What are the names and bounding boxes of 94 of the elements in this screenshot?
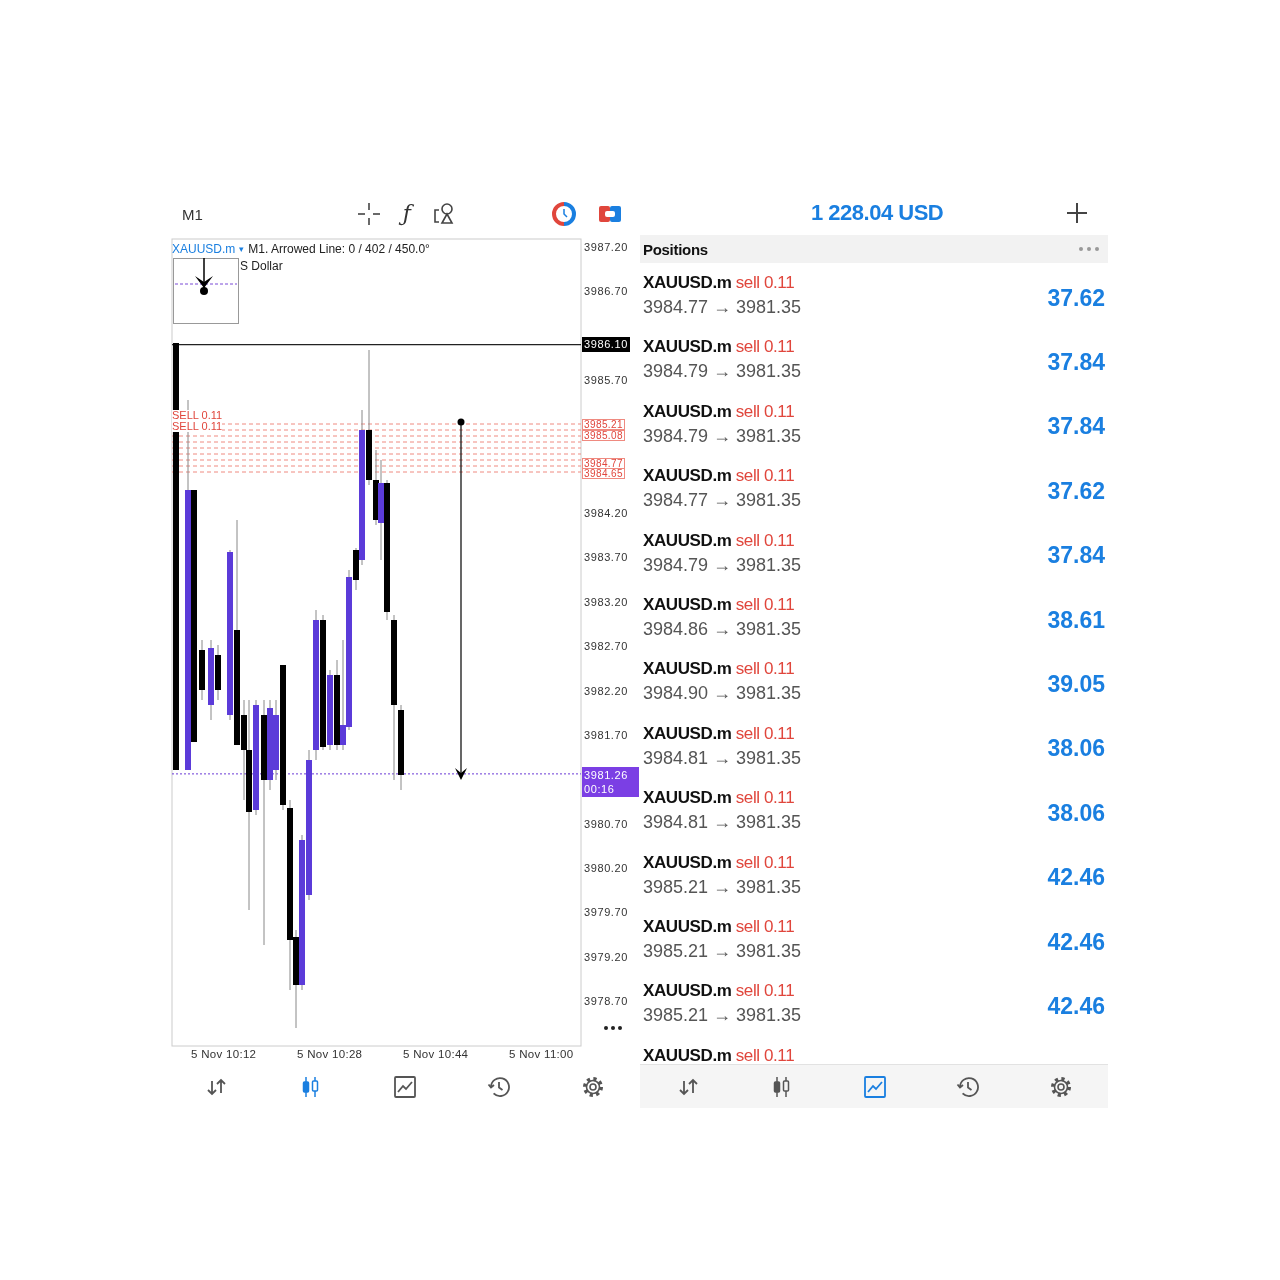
position-profit: 38.06 [1047, 735, 1105, 763]
arrow-preview-drawing [173, 258, 239, 324]
time-label: 5 Nov 11:00 [509, 1048, 575, 1062]
graph-icon[interactable] [863, 1074, 887, 1099]
position-order: sell 0.11 [735, 981, 795, 1001]
price-tick: 3984.20 [584, 506, 628, 522]
position-prices: 3984.77 → 3981.35 [643, 297, 802, 318]
position-profit: 42.46 [1047, 993, 1105, 1020]
position-symbol[interactable]: XAUUSD.m [643, 788, 732, 808]
graph-icon[interactable] [393, 1074, 417, 1099]
timeframe-label[interactable]: M1 [182, 205, 203, 223]
position-symbol[interactable]: XAUUSD.m [643, 337, 732, 357]
position-prices: 3984.81 → 3981.35 [643, 812, 802, 834]
legend-text: S Dollar [240, 259, 283, 273]
position-profit: 37.62 [1047, 477, 1105, 505]
time-label: 5 Nov 10:44 [403, 1048, 470, 1062]
order-price-tag: 3984.65 [582, 468, 625, 480]
position-order: sell 0.11 [735, 916, 795, 936]
settings-icon[interactable] [1049, 1074, 1074, 1099]
position-symbol[interactable]: XAUUSD.m [643, 981, 732, 1001]
position-order: sell 0.11 [735, 788, 795, 808]
object-description: M1. Arrowed Line: 0 / 402 / 450.0° [248, 242, 430, 256]
settings-icon[interactable] [581, 1074, 605, 1099]
position-symbol[interactable]: XAUUSD.m [643, 273, 732, 292]
price-tick: 3978.70 [584, 993, 628, 1009]
history-icon[interactable] [956, 1074, 981, 1099]
position-prices: 3984.86 → 3981.35 [643, 618, 802, 640]
position-prices: 3984.90 → 3981.35 [643, 683, 802, 705]
position-symbol[interactable]: XAUUSD.m [643, 466, 732, 486]
position-symbol[interactable]: XAUUSD.m [643, 723, 732, 743]
position-order: sell 0.11 [735, 1045, 795, 1064]
position-profit: 42.46 [1047, 864, 1105, 892]
order-label: SELL 0.11 [172, 421, 223, 432]
position-order: sell 0.11 [735, 594, 795, 614]
time-label: 5 Nov 10:12 [191, 1048, 258, 1062]
position-symbol[interactable]: XAUUSD.m [643, 530, 732, 550]
position-symbol[interactable]: XAUUSD.m [643, 594, 732, 614]
position-profit: 38.06 [1047, 799, 1105, 827]
price-tick: 3983.20 [584, 594, 628, 610]
position-profit: 37.84 [1047, 349, 1105, 377]
price-tick: 3982.20 [584, 683, 628, 699]
position-symbol[interactable]: XAUUSD.m [643, 659, 732, 679]
time-label: 5 Nov 10:28 [297, 1048, 364, 1062]
price-tick: 3979.20 [584, 949, 628, 965]
position-prices: 3984.79 → 3981.35 [643, 361, 802, 383]
position-symbol[interactable]: XAUUSD.m [643, 1045, 732, 1064]
position-prices: 3984.77 → 3981.35 [643, 490, 802, 512]
clock-icon[interactable] [552, 202, 576, 226]
position-symbol[interactable]: XAUUSD.m [643, 916, 732, 936]
position-prices: 3985.21 → 3981.35 [643, 876, 802, 898]
order-label: SELL 0.11 [172, 410, 223, 421]
balance-amount: 1 228.04 USD [811, 199, 944, 226]
position-order: sell 0.11 [735, 337, 795, 357]
price-tick: 3979.70 [584, 905, 628, 921]
position-prices: 3984.79 → 3981.35 [643, 425, 802, 447]
position-symbol[interactable]: XAUUSD.m [643, 401, 732, 421]
price-tick: 3985.70 [584, 373, 628, 389]
order-price-tag: 3985.08 [582, 430, 625, 442]
position-profit: 37.84 [1047, 542, 1105, 570]
position-symbol[interactable]: XAUUSD.m [643, 852, 732, 872]
price-tick: 3987.20 [584, 240, 628, 255]
position-order: sell 0.11 [735, 273, 795, 292]
price-tick: 3986.70 [584, 284, 628, 300]
bid-price-tag: 3981.26 00:16 [582, 766, 639, 797]
price-tick: 3981.70 [584, 727, 628, 743]
position-order: sell 0.11 [735, 659, 795, 679]
position-profit: 37.84 [1047, 413, 1105, 441]
position-prices: 3985.21 → 3981.35 [643, 1005, 802, 1027]
price-tick: 3982.70 [584, 639, 628, 655]
price-tick: 3983.70 [584, 550, 628, 566]
position-profit: 37.62 [1047, 284, 1105, 312]
position-order: sell 0.11 [735, 401, 795, 421]
price-tick: 3980.70 [584, 816, 628, 832]
crosshair-icon[interactable] [356, 202, 381, 226]
order-price-tag: 3985.21 [582, 418, 625, 430]
position-order: sell 0.11 [735, 852, 795, 872]
position-profit: 42.46 [1047, 928, 1105, 956]
history-icon[interactable] [487, 1074, 511, 1099]
section-title: Positions [643, 240, 708, 258]
position-prices: 3984.79 → 3981.35 [643, 554, 802, 576]
position-order: sell 0.11 [735, 466, 795, 486]
add-icon[interactable] [1066, 201, 1088, 224]
position-prices: 3984.81 → 3981.35 [643, 747, 802, 769]
price-tick: 3980.20 [584, 860, 628, 876]
caret-icon[interactable]: ▾ [239, 244, 245, 254]
position-profit: 38.61 [1047, 606, 1105, 634]
symbol-link[interactable]: XAUUSD.m [172, 242, 236, 256]
position-order: sell 0.11 [735, 723, 795, 743]
more-icon[interactable] [603, 1025, 623, 1031]
last-price-tag: 3986.10 [582, 336, 630, 352]
position-order: sell 0.11 [735, 530, 795, 550]
position-profit: 39.05 [1047, 671, 1105, 699]
position-prices: 3985.21 → 3981.35 [643, 940, 802, 962]
candle [199, 639, 205, 701]
